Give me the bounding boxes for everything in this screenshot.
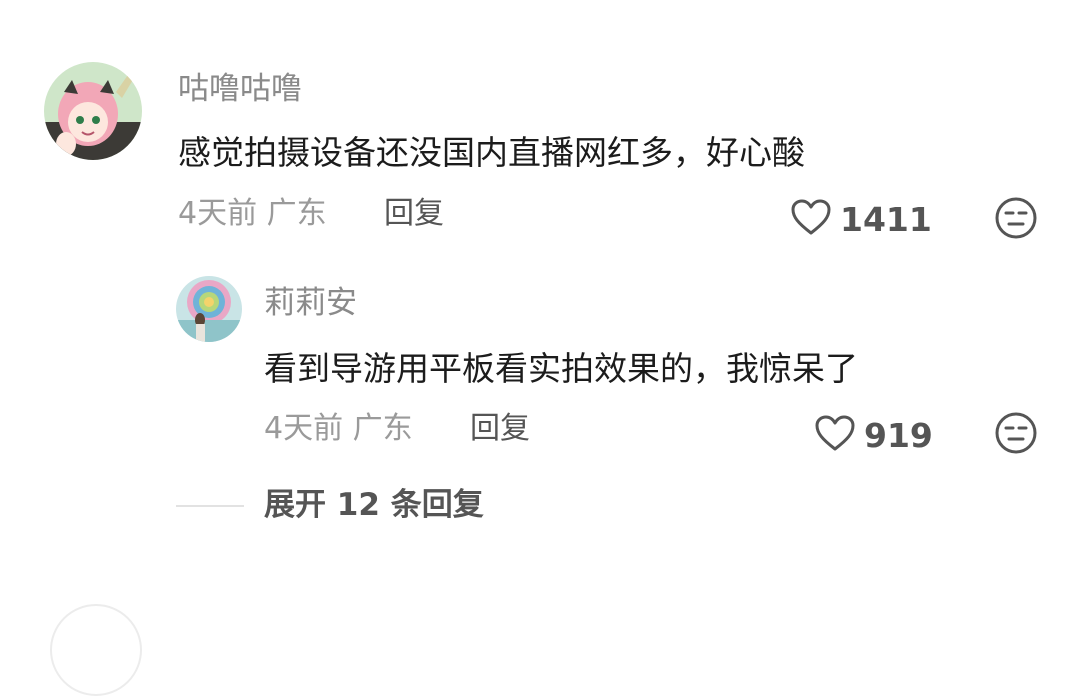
replier-avatar[interactable] bbox=[176, 276, 242, 342]
reply-like-count: 919 bbox=[864, 415, 933, 455]
unamused-face-icon bbox=[994, 412, 1038, 459]
reply-time-location: 4天前 广东 bbox=[264, 411, 413, 446]
comment-reply-button[interactable]: 回复 bbox=[384, 199, 444, 229]
next-commenter-avatar[interactable] bbox=[50, 604, 142, 696]
heart-outline-icon bbox=[814, 414, 856, 456]
reply-dislike-button[interactable] bbox=[994, 411, 1038, 459]
reply-text: 看到导游用平板看实拍效果的，我惊呆了 bbox=[264, 349, 858, 388]
reply-reply-button[interactable]: 回复 bbox=[470, 414, 530, 444]
reply-like-button[interactable]: 919 bbox=[814, 414, 933, 456]
comment-like-count: 1411 bbox=[840, 199, 932, 239]
comment-like-button[interactable]: 1411 bbox=[790, 198, 932, 240]
expand-replies-button[interactable]: 展开 12 条回复 bbox=[264, 490, 484, 521]
comment-dislike-button[interactable] bbox=[994, 196, 1038, 244]
commenter-username[interactable]: 咕噜咕噜 bbox=[178, 74, 302, 105]
heart-outline-icon bbox=[790, 198, 832, 240]
comment-text: 感觉拍摄设备还没国内直播网红多，好心酸 bbox=[178, 133, 805, 172]
commenter-avatar[interactable] bbox=[44, 62, 142, 160]
expand-divider bbox=[176, 505, 244, 507]
unamused-face-icon bbox=[994, 197, 1038, 244]
colorful-photo-avatar-image bbox=[176, 276, 242, 342]
anime-girl-avatar-image bbox=[44, 62, 142, 160]
replier-username[interactable]: 莉莉安 bbox=[264, 288, 357, 319]
comment-time-location: 4天前 广东 bbox=[178, 196, 327, 231]
